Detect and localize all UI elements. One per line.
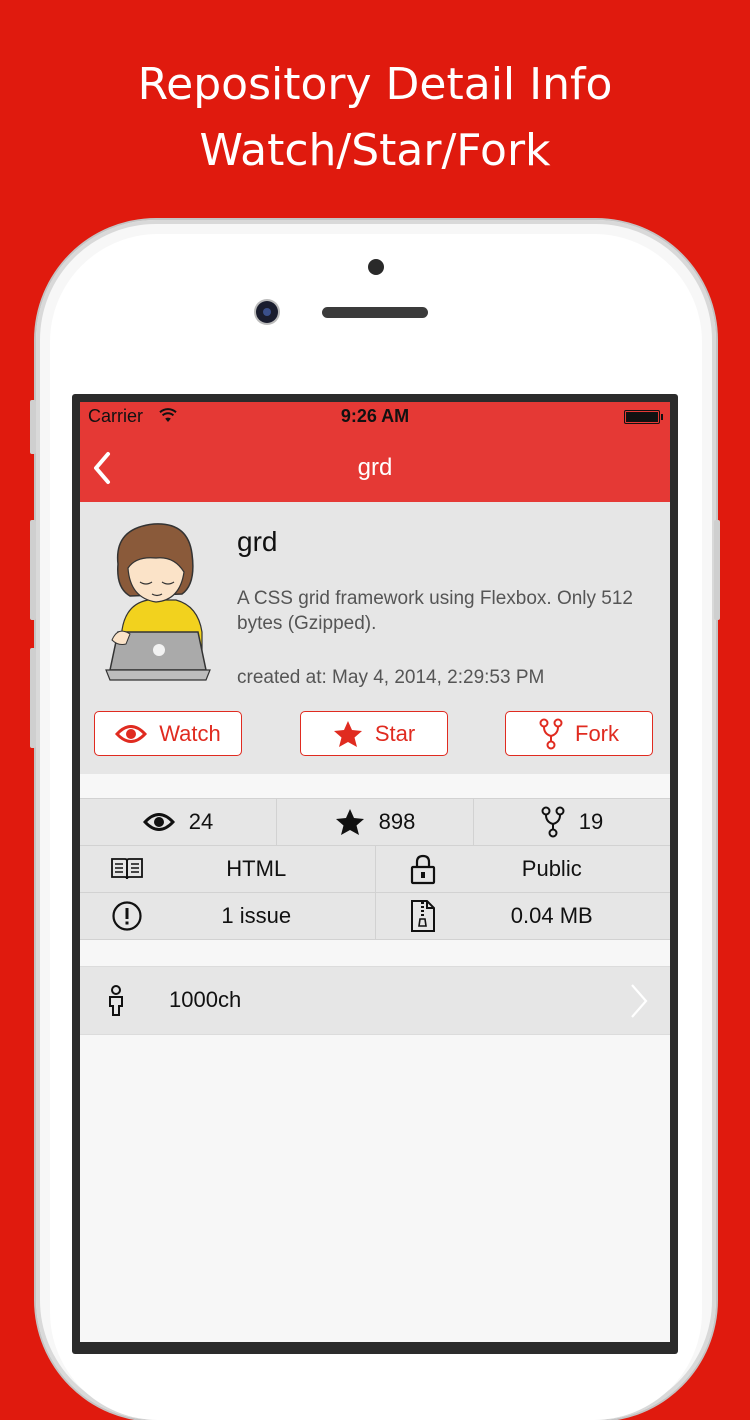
person-icon	[109, 985, 123, 1016]
earpiece-speaker	[322, 307, 428, 318]
phone-volume-up-button	[30, 520, 36, 620]
chevron-right-icon	[631, 984, 648, 1018]
repo-header: grd A CSS grid framework using Flexbox. …	[80, 502, 670, 774]
owner-row[interactable]: 1000ch	[80, 966, 670, 1035]
eye-icon	[115, 724, 148, 743]
eye-icon	[142, 813, 175, 831]
phone-mute-switch	[30, 400, 36, 454]
navigation-bar: Carrier 9:26 AM grd	[80, 402, 670, 502]
watch-label: Watch	[159, 720, 221, 746]
file-zip-icon	[410, 900, 435, 932]
status-time: 9:26 AM	[340, 406, 410, 426]
book-icon	[111, 858, 143, 880]
phone-volume-down-button	[30, 648, 36, 748]
language-cell: HTML	[80, 846, 376, 892]
forks-count: 19	[578, 809, 604, 834]
visibility-cell: Public	[376, 846, 671, 892]
issues-cell: 1 issue	[80, 893, 376, 939]
stars-count-cell: 898	[277, 799, 474, 845]
stats-row-language: HTML Public	[80, 846, 670, 893]
repo-created-at: created at: May 4, 2014, 2:29:53 PM	[237, 667, 545, 688]
watchers-count: 24	[188, 809, 214, 834]
repo-visibility: Public	[521, 856, 582, 881]
headline-line-2: Watch/Star/Fork	[199, 125, 551, 176]
repo-stats-table: 24 898 19 HTML Public 1 issue 0.04 MB	[80, 798, 670, 940]
star-icon	[335, 809, 364, 835]
forks-count-cell: 19	[474, 799, 670, 845]
stars-count: 898	[378, 809, 416, 834]
front-camera	[256, 301, 278, 323]
repo-size: 0.04 MB	[510, 903, 593, 928]
fork-icon	[539, 718, 563, 749]
repo-description: A CSS grid framework using Flexbox. Only…	[237, 588, 634, 634]
phone-power-button	[714, 520, 720, 620]
watchers-count-cell: 24	[80, 799, 277, 845]
star-button[interactable]: Star	[300, 711, 448, 756]
battery-icon	[624, 410, 663, 424]
size-cell: 0.04 MB	[376, 893, 671, 939]
issue-icon	[112, 901, 142, 931]
lock-icon	[410, 854, 435, 885]
owner-name: 1000ch	[169, 987, 242, 1012]
promo-headline: Repository Detail Info Watch/Star/Fork	[0, 52, 750, 184]
app-screen: Carrier 9:26 AM grd grd A CSS grid frame…	[80, 402, 670, 1342]
headline-line-1: Repository Detail Info	[137, 59, 613, 110]
owner-avatar	[105, 523, 211, 681]
stats-row-counts: 24 898 19	[80, 799, 670, 846]
star-label: Star	[374, 720, 416, 746]
fork-icon	[541, 806, 565, 838]
repo-name: grd	[237, 526, 278, 557]
fork-button[interactable]: Fork	[505, 711, 653, 756]
nav-title: grd	[357, 454, 393, 481]
repo-issues: 1 issue	[221, 903, 292, 928]
proximity-sensor	[368, 259, 384, 275]
star-icon	[333, 720, 362, 747]
stats-row-issues: 1 issue 0.04 MB	[80, 893, 670, 940]
fork-label: Fork	[575, 720, 619, 746]
repo-language: HTML	[226, 856, 287, 881]
watch-button[interactable]: Watch	[94, 711, 242, 756]
